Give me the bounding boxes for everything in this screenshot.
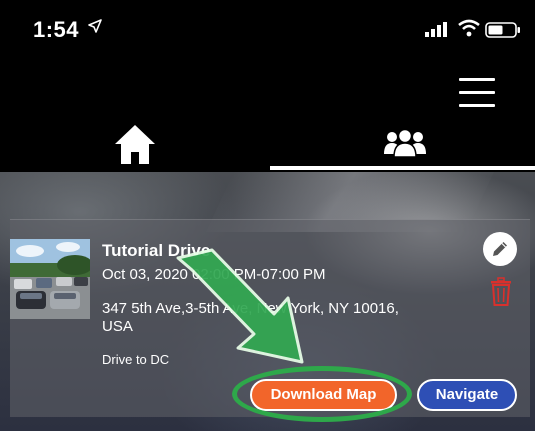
tab-home[interactable] [0, 122, 267, 170]
app-screen: 1:54 Tutorial Drive Oct 03, 2020 02:00 P… [0, 0, 535, 431]
signal-icon [425, 22, 447, 37]
app-header [0, 60, 535, 172]
drive-address: 347 5th Ave,3-5th Ave, New York, NY 1001… [102, 300, 399, 335]
hamburger-menu-icon[interactable] [459, 78, 495, 108]
drive-thumbnail [10, 239, 90, 319]
trash-icon[interactable] [490, 277, 512, 307]
tab-groups[interactable] [268, 122, 535, 170]
wifi-icon [458, 19, 480, 37]
selected-tab-indicator [270, 166, 535, 170]
home-icon [115, 125, 155, 164]
battery-icon [485, 22, 520, 38]
drive-time-range: Oct 03, 2020 02:00 PM-07:00 PM [102, 266, 326, 283]
group-icon [384, 128, 426, 158]
status-time: 1:54 [33, 17, 80, 42]
drive-card[interactable]: Tutorial Drive Oct 03, 2020 02:00 PM-07:… [10, 219, 530, 417]
edit-pencil-icon[interactable] [483, 232, 517, 266]
status-bar: 1:54 [0, 0, 535, 60]
drive-note: Drive to DC [102, 352, 170, 367]
download-map-button[interactable]: Download Map [250, 379, 397, 411]
location-arrow-icon [88, 19, 102, 33]
drive-title: Tutorial Drive [102, 241, 211, 260]
navigate-button[interactable]: Navigate [417, 379, 517, 411]
